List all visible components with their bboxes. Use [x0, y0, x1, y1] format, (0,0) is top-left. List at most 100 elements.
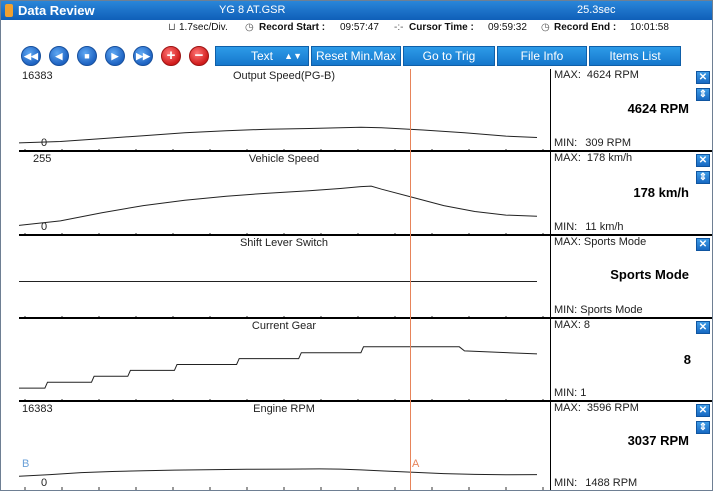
channel-name: Engine RPM	[253, 403, 315, 415]
min-label: MIN:	[554, 137, 578, 149]
value-panel: MAX: 3596 RPM 3037 RPM MIN: 1488 RPM ✕ ⇕	[550, 402, 713, 490]
zoom-in-button[interactable]: +	[161, 46, 181, 66]
marker-b[interactable]: B	[22, 458, 29, 470]
min-value: Sports Mode	[580, 304, 643, 316]
max-label: MAX:	[554, 402, 581, 414]
title-bar: Data Review YG 8 AT.GSR 25.3sec	[1, 1, 712, 20]
channel-name: Current Gear	[251, 320, 317, 332]
value-panel: MAX: 8 8 MIN: 1 ✕	[550, 319, 713, 400]
min-value: 1488 RPM	[585, 477, 638, 489]
record-duration: 25.3sec	[577, 4, 616, 16]
text-mode-label: Text	[250, 49, 273, 63]
channel-name: Shift Lever Switch	[239, 237, 329, 249]
channel-panel-output-speed: 16383 Output Speed(PG-B) 0 MAX: 4624 RPM …	[19, 69, 712, 152]
channel-name: Vehicle Speed	[248, 153, 320, 165]
min-label: MIN:	[554, 221, 578, 233]
plot-area[interactable]: Current Gear	[19, 319, 549, 400]
current-value: Sports Mode	[610, 267, 689, 282]
time-scale-icon: ⊔	[168, 22, 176, 33]
plot-area[interactable]: 16383 Output Speed(PG-B) 0	[19, 69, 549, 150]
max-readout: MAX: Sports Mode	[554, 236, 646, 248]
max-label: MAX:	[554, 69, 581, 81]
min-readout: MIN: 1488 RPM	[554, 477, 637, 489]
text-mode-select[interactable]: Text ▲▼	[215, 46, 309, 66]
marker-a[interactable]: A	[412, 458, 419, 470]
min-label: MIN:	[554, 304, 578, 316]
max-value: 8	[583, 319, 591, 331]
channel-panel-shift-lever: Shift Lever Switch MAX: Sports Mode Sport…	[19, 236, 712, 319]
value-panel: MAX: Sports Mode Sports Mode MIN: Sports M…	[550, 236, 713, 317]
close-icon[interactable]: ✕	[696, 154, 710, 167]
first-icon[interactable]: ◀◀	[21, 46, 41, 66]
updown-icon: ▲▼	[284, 51, 302, 61]
min-label: MIN:	[554, 387, 578, 399]
current-value: 3037 RPM	[627, 433, 689, 448]
max-readout: MAX: 178 km/h	[554, 152, 632, 164]
move-icon[interactable]: ⇕	[696, 421, 710, 434]
plot-area[interactable]: 255 Vehicle Speed 0	[19, 152, 549, 234]
min-label: MIN:	[554, 477, 578, 489]
file-info-button[interactable]: File Info	[497, 46, 587, 66]
min-readout: MIN: 1	[554, 387, 586, 399]
record-end-icon: ◷	[541, 22, 550, 33]
plot-area[interactable]: 16383 Engine RPM 0	[19, 402, 549, 490]
close-icon[interactable]: ✕	[696, 71, 710, 84]
record-start-icon: ◷	[245, 22, 254, 33]
close-icon[interactable]: ✕	[696, 238, 710, 251]
max-value: 3596 RPM	[586, 402, 639, 414]
record-start-value: 09:57:47	[340, 22, 379, 33]
record-end-value: 10:01:58	[630, 22, 669, 33]
play-icon[interactable]: ▶	[105, 46, 125, 66]
max-readout: MAX: 3596 RPM	[554, 402, 639, 414]
previous-icon[interactable]: ◀	[49, 46, 69, 66]
ymin-label: 0	[41, 137, 48, 149]
cursor-time-value: 09:59:32	[488, 22, 527, 33]
move-icon[interactable]: ⇕	[696, 171, 710, 184]
close-icon[interactable]: ✕	[696, 321, 710, 334]
channel-panel-engine-rpm: 16383 Engine RPM 0 MAX: 3596 RPM 3037 RPM…	[19, 402, 712, 490]
signal-line	[19, 468, 538, 477]
signal-line	[19, 126, 538, 144]
min-value: 1	[580, 387, 587, 399]
signal-line	[19, 346, 538, 389]
stop-icon[interactable]: ■	[77, 46, 97, 66]
current-value: 4624 RPM	[627, 101, 689, 116]
last-icon[interactable]: ▶▶	[133, 46, 153, 66]
window-title: Data Review	[18, 3, 95, 18]
record-info-bar: ⊔ 1.7sec/Div. ◷ Record Start : 09:57:47 …	[1, 21, 712, 36]
plot-area[interactable]: Shift Lever Switch	[19, 236, 549, 317]
file-name: YG 8 AT.GSR	[219, 4, 286, 16]
reset-min-max-button[interactable]: Reset Min.Max	[311, 46, 401, 66]
channel-panel-current-gear: Current Gear MAX: 8 8 MIN: 1 ✕	[19, 319, 712, 402]
max-value: Sports Mode	[583, 236, 647, 248]
current-value: 178 km/h	[633, 185, 689, 200]
max-label: MAX:	[554, 319, 581, 331]
record-start-label: Record Start :	[259, 22, 326, 33]
move-icon[interactable]: ⇕	[696, 88, 710, 101]
max-label: MAX:	[554, 236, 581, 248]
record-end-label: Record End :	[554, 22, 617, 33]
max-readout: MAX: 8	[554, 319, 590, 331]
close-icon[interactable]: ✕	[696, 404, 710, 417]
app-icon	[5, 4, 13, 17]
trace-engine-rpm	[19, 468, 544, 490]
ymin-label: 0	[41, 221, 48, 233]
go-to-trig-button[interactable]: Go to Trig	[403, 46, 495, 66]
time-scale: 1.7sec/Div.	[179, 22, 228, 33]
min-readout: MIN: Sports Mode	[554, 304, 643, 316]
items-list-button[interactable]: Items List	[589, 46, 681, 66]
channel-name: Output Speed(PG-B)	[232, 70, 336, 82]
data-review-window: Data Review YG 8 AT.GSR 25.3sec ⊔ 1.7sec…	[0, 0, 713, 491]
min-readout: MIN: 11 km/h	[554, 221, 624, 233]
left-margin	[1, 69, 19, 489]
max-label: MAX:	[554, 152, 581, 164]
cursor-time-label: Cursor Time :	[409, 22, 474, 33]
min-value: 11 km/h	[585, 221, 624, 233]
toolbar: ◀◀ ◀ ■ ▶ ▶▶ + − Text ▲▼ Reset Min.Max Go…	[1, 38, 712, 68]
channel-panel-vehicle-speed: 255 Vehicle Speed 0 MAX: 178 km/h 178 km/…	[19, 152, 712, 236]
zoom-out-button[interactable]: −	[189, 46, 209, 66]
max-value: 178 km/h	[586, 152, 633, 164]
cursor-time-icon: -:-	[394, 22, 404, 33]
min-value: 309 RPM	[585, 137, 632, 149]
time-cursor[interactable]	[410, 69, 411, 490]
